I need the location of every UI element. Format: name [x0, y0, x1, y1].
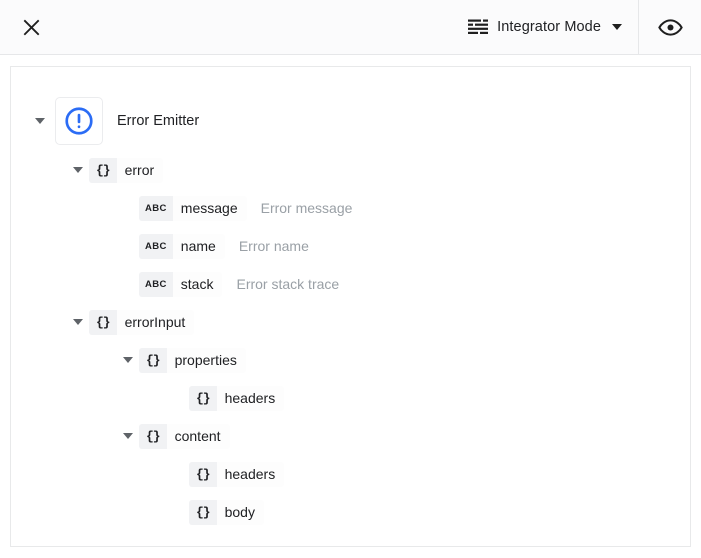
- chevron-down-icon: [612, 24, 622, 30]
- tree-node-name: errorInput: [116, 309, 195, 335]
- object-type-icon: {}: [139, 423, 167, 449]
- tree-row[interactable]: {} errorInput: [11, 303, 690, 341]
- tree-row[interactable]: ABC stack Error stack trace: [11, 265, 690, 303]
- tree-row[interactable]: {} error: [11, 151, 690, 189]
- tree-twisty-placeholder: [117, 265, 139, 303]
- tree-expand-toggle[interactable]: [67, 303, 89, 341]
- toolbar-left-group: [0, 0, 48, 54]
- tree-node-chip[interactable]: ABC name: [139, 233, 225, 259]
- tree-root-row[interactable]: Error Emitter: [11, 91, 690, 151]
- tree-node-name: headers: [216, 461, 285, 487]
- tree-row[interactable]: ABC message Error message: [11, 189, 690, 227]
- tree-node-name: properties: [166, 347, 246, 373]
- tree-twisty-placeholder: [167, 379, 189, 417]
- object-type-icon: {}: [189, 499, 217, 525]
- tree-node-name: stack: [172, 271, 223, 297]
- tree-node-chip[interactable]: {} headers: [189, 461, 285, 487]
- schema-panel: Error Emitter {} error ABC message Error mes…: [10, 66, 691, 547]
- tree-twisty-placeholder: [117, 227, 139, 265]
- caret-down-icon: [123, 433, 133, 439]
- root-node-label: Error Emitter: [117, 113, 200, 129]
- tree-node-name: message: [172, 195, 247, 221]
- string-type-icon: ABC: [139, 233, 173, 259]
- tree-node-description: Error message: [260, 200, 353, 216]
- tree-row[interactable]: {} headers: [11, 379, 690, 417]
- tree-node-name: name: [172, 233, 225, 259]
- tree-twisty-placeholder: [117, 189, 139, 227]
- tree-node-chip[interactable]: ABC stack: [139, 271, 223, 297]
- eye-icon: [657, 18, 683, 36]
- caret-down-icon: [73, 167, 83, 173]
- tree-row[interactable]: {} content: [11, 417, 690, 455]
- close-icon: [23, 19, 39, 35]
- tree-node-chip[interactable]: {} content: [139, 423, 230, 449]
- tree-node-chip[interactable]: {} error: [89, 157, 164, 183]
- tree-node-chip[interactable]: {} properties: [139, 347, 246, 373]
- tree-expand-toggle[interactable]: [67, 151, 89, 189]
- caret-down-icon: [123, 357, 133, 363]
- tree-row[interactable]: {} headers: [11, 455, 690, 493]
- object-type-icon: {}: [189, 385, 217, 411]
- top-toolbar: Integrator Mode: [0, 0, 701, 55]
- string-type-icon: ABC: [139, 271, 173, 297]
- tree-node-chip[interactable]: {} headers: [189, 385, 285, 411]
- tree-row[interactable]: {} body: [11, 493, 690, 531]
- tree-node-description: Error name: [238, 238, 309, 254]
- object-type-icon: {}: [189, 461, 217, 487]
- tree-node-chip[interactable]: {} body: [189, 499, 264, 525]
- tree-node-chip[interactable]: {} errorInput: [89, 309, 195, 335]
- error-circle-icon: [65, 107, 93, 135]
- tree-node-name: error: [116, 157, 164, 183]
- tree-row[interactable]: ABC name Error name: [11, 227, 690, 265]
- visibility-toggle-button[interactable]: [639, 0, 701, 55]
- tree-twisty-placeholder: [167, 493, 189, 531]
- schema-tree: Error Emitter {} error ABC message Error mes…: [11, 67, 690, 531]
- object-type-icon: {}: [89, 309, 117, 335]
- root-node-icon-box: [55, 97, 103, 145]
- string-type-icon: ABC: [139, 195, 173, 221]
- list-lines-icon: [468, 19, 489, 34]
- tree-node-description: Error stack trace: [236, 276, 340, 292]
- tree-node-name: headers: [216, 385, 285, 411]
- integrator-mode-label: Integrator Mode: [497, 19, 601, 35]
- caret-down-icon: [73, 319, 83, 325]
- tree-expand-toggle[interactable]: [117, 341, 139, 379]
- tree-twisty-placeholder: [167, 455, 189, 493]
- caret-down-icon: [35, 118, 45, 124]
- tree-node-chip[interactable]: ABC message: [139, 195, 247, 221]
- root-expand-toggle[interactable]: [29, 102, 51, 140]
- tree-row[interactable]: {} properties: [11, 341, 690, 379]
- close-button[interactable]: [14, 10, 48, 44]
- object-type-icon: {}: [89, 157, 117, 183]
- object-type-icon: {}: [139, 347, 167, 373]
- tree-expand-toggle[interactable]: [117, 417, 139, 455]
- tree-node-name: body: [216, 499, 264, 525]
- tree-node-name: content: [166, 423, 230, 449]
- integrator-mode-selector[interactable]: Integrator Mode: [458, 0, 638, 54]
